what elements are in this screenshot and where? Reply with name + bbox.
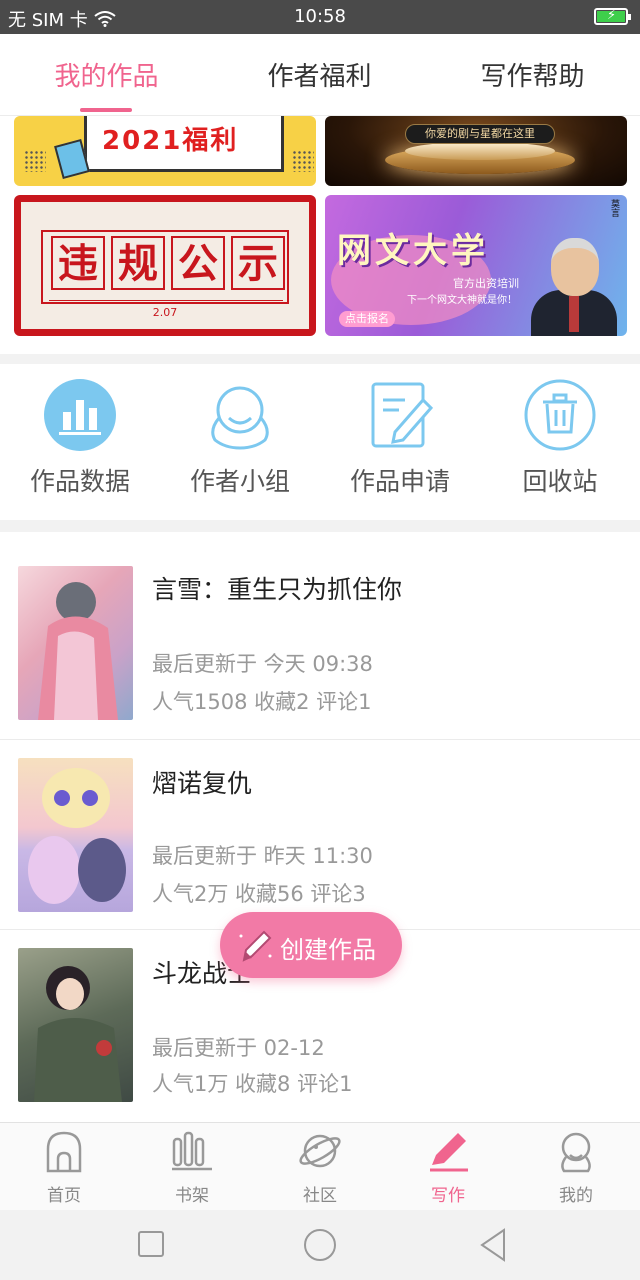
university-title: 网文大学 bbox=[337, 231, 489, 271]
edit-document-icon bbox=[363, 378, 437, 452]
action-work-apply[interactable]: 作品申请 bbox=[320, 378, 480, 498]
back-icon[interactable] bbox=[478, 1228, 508, 1262]
work-updated: 最后更新于 今天 09:38 bbox=[152, 652, 373, 676]
work-cover-image bbox=[18, 566, 133, 720]
home-circle-icon[interactable] bbox=[303, 1228, 337, 1262]
top-tabs: 我的作品 作者福利 写作帮助 bbox=[0, 34, 640, 116]
notice-char-3: 公 bbox=[171, 236, 225, 290]
notice-char-2: 规 bbox=[111, 236, 165, 290]
work-updated: 最后更新于 02-12 bbox=[152, 1036, 325, 1060]
nav-community[interactable]: 社区 bbox=[256, 1129, 384, 1206]
create-work-label: 创建作品 bbox=[280, 936, 376, 964]
work-updated: 最后更新于 昨天 11:30 bbox=[152, 844, 373, 868]
nav-label: 书架 bbox=[175, 1186, 209, 1206]
action-author-group[interactable]: 作者小组 bbox=[160, 378, 320, 498]
nav-bookshelf[interactable]: 书架 bbox=[128, 1129, 256, 1206]
action-label: 回收站 bbox=[522, 467, 598, 496]
notice-divider bbox=[49, 300, 283, 301]
banner-stage-text: 你爱的剧与星都在这里 bbox=[405, 124, 555, 144]
section-divider bbox=[0, 520, 640, 532]
action-work-data[interactable]: 作品数据 bbox=[0, 378, 160, 498]
portrait-image bbox=[525, 224, 621, 336]
pen-icon bbox=[426, 1129, 470, 1173]
nav-label: 首页 bbox=[47, 1186, 81, 1206]
profile-icon bbox=[554, 1129, 598, 1173]
nav-write[interactable]: 写作 bbox=[384, 1129, 512, 1206]
portrait-name: 莫言 bbox=[609, 199, 619, 217]
action-label: 作品数据 bbox=[29, 467, 130, 496]
work-stats: 人气2万 收藏56 评论3 bbox=[152, 882, 366, 906]
banner-welfare-text: 2021福利 bbox=[102, 126, 239, 156]
university-tagline: 下一个网文大神就是你！ bbox=[407, 295, 517, 306]
work-stats: 人气1508 收藏2 评论1 bbox=[152, 690, 372, 714]
action-recycle-bin[interactable]: 回收站 bbox=[480, 378, 640, 498]
battery-icon: ⚡ bbox=[594, 8, 631, 25]
work-cover-image bbox=[18, 758, 133, 912]
nav-home[interactable]: 首页 bbox=[0, 1129, 128, 1206]
status-bar: 无 SIM 卡 10:58 ⚡ bbox=[0, 0, 640, 34]
bookshelf-icon bbox=[170, 1129, 214, 1173]
pencil-icon bbox=[239, 930, 272, 962]
nav-label: 写作 bbox=[431, 1186, 465, 1206]
work-item[interactable]: 熠诺复仇 最后更新于 昨天 11:30 人气2万 收藏56 评论3 bbox=[0, 740, 640, 930]
work-item[interactable]: 言雪：重生只为抓住你 最后更新于 今天 09:38 人气1508 收藏2 评论1 bbox=[0, 548, 640, 740]
planet-icon bbox=[298, 1129, 342, 1173]
tab-writing-help[interactable]: 写作帮助 bbox=[426, 56, 639, 93]
group-icon bbox=[203, 378, 277, 452]
status-time: 10:58 bbox=[294, 6, 346, 27]
banner-web-novel-university[interactable]: 网文大学 官方出资培训 下一个网文大神就是你！ 点击报名 莫言 bbox=[325, 195, 627, 336]
work-title: 言雪：重生只为抓住你 bbox=[152, 575, 403, 604]
notice-char-4: 示 bbox=[231, 236, 285, 290]
recent-apps-icon[interactable] bbox=[137, 1230, 165, 1258]
banner-stage[interactable]: 你爱的剧与星都在这里 bbox=[325, 116, 627, 186]
notice-char-1: 违 bbox=[51, 236, 105, 290]
notice-background: 违 规 公 示 2.07 bbox=[21, 202, 309, 329]
create-work-button[interactable]: 创建作品 bbox=[220, 912, 402, 978]
tab-underline bbox=[80, 108, 132, 112]
nav-profile[interactable]: 我的 bbox=[512, 1129, 640, 1206]
dots-decoration-right bbox=[292, 150, 314, 172]
work-stats: 人气1万 收藏8 评论1 bbox=[152, 1072, 353, 1096]
work-cover-image bbox=[18, 948, 133, 1102]
stage-top-graphic bbox=[405, 142, 555, 160]
action-label: 作品申请 bbox=[349, 467, 450, 496]
nav-label: 我的 bbox=[559, 1186, 593, 1206]
system-nav-bar bbox=[0, 1210, 640, 1280]
bottom-nav: 首页 书架 社区 写作 我的 bbox=[0, 1122, 640, 1210]
dots-decoration bbox=[24, 150, 46, 172]
trash-icon bbox=[523, 378, 597, 452]
university-subtitle: 官方出资培训 bbox=[453, 277, 519, 290]
banner-violation-notice[interactable]: 违 规 公 示 2.07 bbox=[14, 195, 316, 336]
nav-label: 社区 bbox=[303, 1186, 337, 1206]
bar-chart-icon bbox=[43, 378, 117, 452]
tab-author-welfare[interactable]: 作者福利 bbox=[213, 56, 426, 93]
home-icon bbox=[42, 1129, 86, 1173]
tab-my-works[interactable]: 我的作品 bbox=[0, 56, 213, 93]
section-divider bbox=[0, 354, 640, 364]
action-label: 作者小组 bbox=[189, 467, 290, 496]
banner-welfare[interactable]: 2021福利 bbox=[14, 116, 316, 186]
signup-button[interactable]: 点击报名 bbox=[339, 311, 395, 327]
notice-date: 2.07 bbox=[152, 306, 178, 319]
work-title: 熠诺复仇 bbox=[152, 769, 253, 798]
